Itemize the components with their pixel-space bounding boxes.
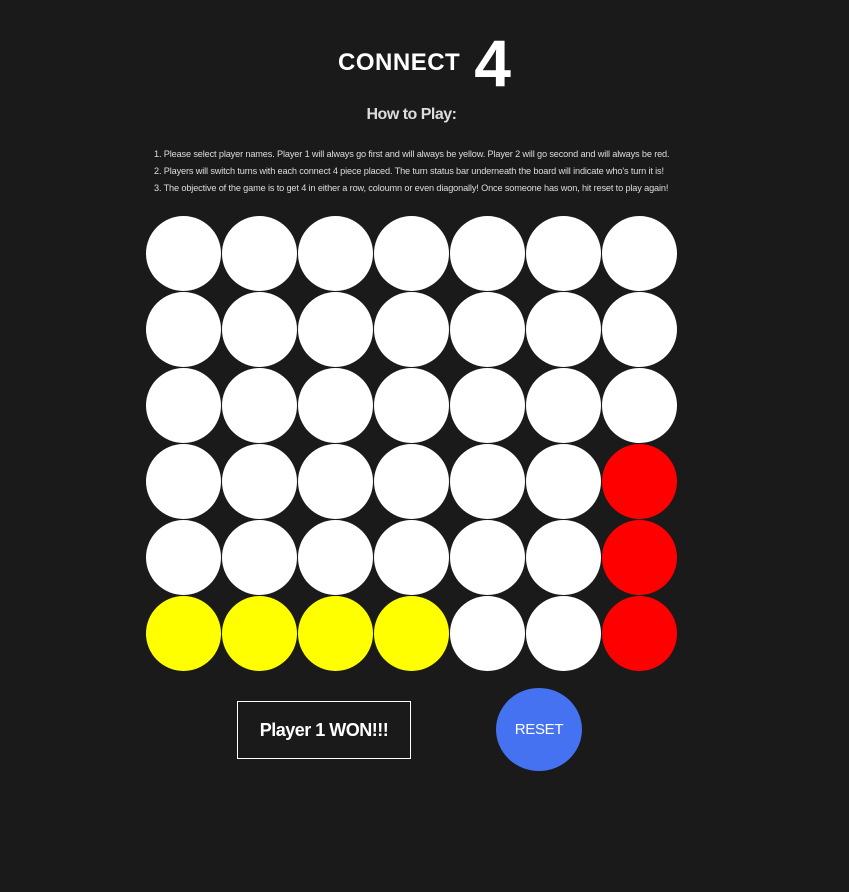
board-cell-r5-c7-red[interactable]	[602, 520, 677, 595]
how-to-play-heading: How to Play:	[366, 106, 457, 123]
board-cell-r4-c5-empty[interactable]	[450, 444, 525, 519]
board-cell-r5-c3-empty[interactable]	[298, 520, 373, 595]
board-cell-r1-c2-empty[interactable]	[222, 216, 297, 291]
board-cell-r1-c1-empty[interactable]	[146, 216, 221, 291]
board-cell-r4-c4-empty[interactable]	[374, 444, 449, 519]
instruction-step-2: 2. Players will switch turns with each c…	[154, 166, 664, 176]
board-cell-r5-c5-empty[interactable]	[450, 520, 525, 595]
board-cell-r6-c7-red[interactable]	[602, 596, 677, 671]
game-board	[146, 216, 678, 672]
board-cell-r4-c7-red[interactable]	[602, 444, 677, 519]
board-cell-r2-c6-empty[interactable]	[526, 292, 601, 367]
board-cell-r1-c6-empty[interactable]	[526, 216, 601, 291]
board-cell-r4-c1-empty[interactable]	[146, 444, 221, 519]
board-cell-r3-c5-empty[interactable]	[450, 368, 525, 443]
instruction-step-3: 3. The objective of the game is to get 4…	[154, 183, 669, 193]
instructions: 1. Please select player names. Player 1 …	[154, 146, 714, 197]
board-cell-r2-c2-empty[interactable]	[222, 292, 297, 367]
board-cell-r1-c4-empty[interactable]	[374, 216, 449, 291]
board-cell-r2-c5-empty[interactable]	[450, 292, 525, 367]
board-cell-r3-c4-empty[interactable]	[374, 368, 449, 443]
board-cell-r2-c1-empty[interactable]	[146, 292, 221, 367]
board-cell-r3-c7-empty[interactable]	[602, 368, 677, 443]
instruction-step-1: 1. Please select player names. Player 1 …	[154, 149, 670, 159]
board-cell-r1-c7-empty[interactable]	[602, 216, 677, 291]
board-cell-r3-c3-empty[interactable]	[298, 368, 373, 443]
board-cell-r6-c1-yellow[interactable]	[146, 596, 221, 671]
board-cell-r6-c3-yellow[interactable]	[298, 596, 373, 671]
reset-button[interactable]: RESET	[496, 688, 582, 771]
board-cell-r4-c6-empty[interactable]	[526, 444, 601, 519]
title-number: 4	[474, 26, 511, 100]
board-cell-r5-c2-empty[interactable]	[222, 520, 297, 595]
board-cell-r2-c4-empty[interactable]	[374, 292, 449, 367]
board-cell-r6-c2-yellow[interactable]	[222, 596, 297, 671]
board-cell-r4-c2-empty[interactable]	[222, 444, 297, 519]
board-cell-r1-c5-empty[interactable]	[450, 216, 525, 291]
turn-status-bar: Player 1 WON!!!	[237, 701, 411, 759]
board-cell-r5-c4-empty[interactable]	[374, 520, 449, 595]
board-cell-r1-c3-empty[interactable]	[298, 216, 373, 291]
board-cell-r4-c3-empty[interactable]	[298, 444, 373, 519]
title-word: CONNECT	[338, 49, 461, 76]
board-cell-r5-c6-empty[interactable]	[526, 520, 601, 595]
board-cell-r5-c1-empty[interactable]	[146, 520, 221, 595]
board-cell-r3-c2-empty[interactable]	[222, 368, 297, 443]
board-cell-r2-c7-empty[interactable]	[602, 292, 677, 367]
board-cell-r6-c4-yellow[interactable]	[374, 596, 449, 671]
board-cell-r2-c3-empty[interactable]	[298, 292, 373, 367]
board-cell-r3-c1-empty[interactable]	[146, 368, 221, 443]
board-cell-r3-c6-empty[interactable]	[526, 368, 601, 443]
board-cell-r6-c5-empty[interactable]	[450, 596, 525, 671]
board-cell-r6-c6-empty[interactable]	[526, 596, 601, 671]
game-title: CONNECT 4	[0, 28, 849, 98]
